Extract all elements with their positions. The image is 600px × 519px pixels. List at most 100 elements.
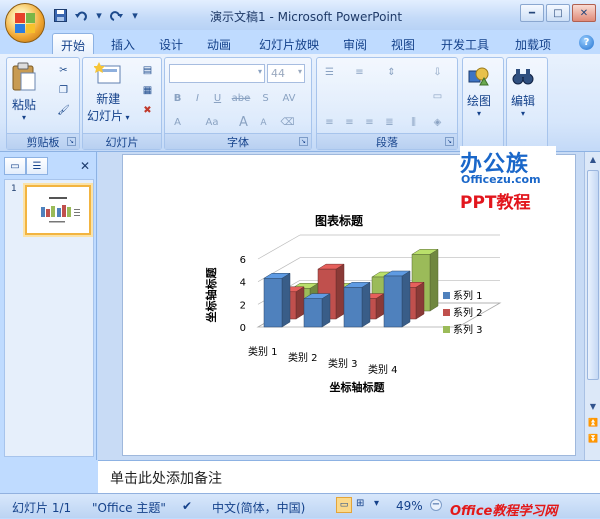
tab-home[interactable]: 开始	[52, 33, 94, 54]
italic-button[interactable]: I	[189, 90, 206, 107]
drawing-label: 绘图	[467, 94, 492, 108]
new-slide-button[interactable]: 新建 幻灯片 ▾	[87, 62, 130, 124]
customize-icon[interactable]: ▾	[130, 7, 140, 23]
font-name-dropdown-icon: ▾	[257, 67, 262, 76]
align-left-icon[interactable]: ≡	[321, 114, 338, 131]
slide-sorter-icon[interactable]: ⊞	[356, 498, 364, 509]
brand-logo: 办公族 Officezu.com PPT教程	[460, 146, 556, 216]
paragraph-group-label: 段落	[317, 133, 457, 149]
font-color-button[interactable]: A	[169, 114, 186, 131]
office-logo-icon	[15, 13, 35, 33]
vertical-scrollbar[interactable]: ▲ ▼ ⏫ ⏬	[584, 152, 600, 460]
line-spacing-icon[interactable]: ⇕	[383, 64, 400, 81]
scroll-down-icon[interactable]: ▼	[586, 400, 600, 414]
numbering-icon[interactable]: ≡	[351, 64, 368, 81]
reset-icon[interactable]: ▦	[139, 82, 156, 99]
legend-swatch	[443, 309, 450, 316]
undo-icon[interactable]	[74, 7, 90, 23]
zoom-out-icon[interactable]: −	[430, 499, 442, 511]
char-spacing-button[interactable]: AV	[277, 90, 301, 107]
window-title: 演示文稿1 - Microsoft PowerPoint	[210, 10, 403, 24]
brand-line-2: Officezu.com	[461, 173, 541, 186]
bar-side	[429, 248, 439, 312]
title-bar: ▾ ▾ 演示文稿1 - Microsoft PowerPoint ━ □ ✕	[0, 0, 600, 30]
status-bar: 幻灯片 1/1 "Office 主题" ✔ 中文(简体，中国) ▭ ⊞ ▾ 49…	[0, 493, 600, 519]
maximize-icon[interactable]: □	[546, 4, 570, 22]
tab-slideshow[interactable]: 幻灯片放映	[248, 33, 330, 54]
legend-label: 系列 2	[453, 306, 483, 319]
underline-button[interactable]: U	[209, 90, 226, 107]
justify-icon[interactable]: ≣	[381, 114, 398, 131]
smartart-icon[interactable]: ◈	[429, 114, 446, 131]
editing-button[interactable]: 编辑 ▾	[511, 66, 535, 118]
redo-icon[interactable]	[108, 7, 124, 23]
clipboard-group: 粘贴 ▾ ✂ ❐ 🖌 剪贴板 ↘	[6, 57, 80, 150]
drawing-button[interactable]: 绘图 ▾	[467, 66, 491, 118]
notes-placeholder[interactable]: 单击此处添加备注	[110, 468, 222, 488]
bar	[383, 275, 403, 328]
editing-label: 编辑	[511, 94, 536, 108]
change-case-button[interactable]: Aa	[201, 114, 223, 131]
spell-check-icon[interactable]: ✔	[182, 499, 192, 513]
tab-review[interactable]: 审阅	[336, 33, 374, 54]
shrink-font-button[interactable]: A	[255, 114, 272, 131]
tab-view[interactable]: 视图	[384, 33, 422, 54]
normal-view-icon[interactable]: ▭	[336, 497, 352, 513]
strikethrough-button[interactable]: abe	[229, 90, 253, 107]
undo-dropdown-icon[interactable]: ▾	[96, 7, 102, 23]
office-button[interactable]	[5, 3, 45, 43]
minimize-icon[interactable]: ━	[520, 4, 544, 22]
slideshow-icon[interactable]: ▾	[374, 498, 379, 509]
y-tick-label: 6	[240, 255, 246, 266]
tab-addins[interactable]: 加载项	[506, 33, 560, 54]
drawing-shapes-icon	[468, 67, 489, 86]
font-size-combo[interactable]: 44 ▾	[267, 64, 305, 83]
paste-label: 粘贴	[11, 98, 36, 112]
align-text-icon[interactable]: ▭	[429, 88, 446, 105]
panel-close-icon[interactable]: ✕	[80, 159, 90, 173]
clear-format-icon[interactable]: ⌫	[279, 114, 296, 131]
align-center-icon[interactable]: ≡	[341, 114, 358, 131]
text-direction-icon[interactable]: ⇩	[429, 64, 446, 81]
tab-design[interactable]: 设计	[152, 33, 190, 54]
shadow-button[interactable]: S	[257, 90, 274, 107]
language-indicator[interactable]: 中文(简体，中国)	[212, 499, 305, 516]
notes-pane[interactable]: 单击此处添加备注	[98, 460, 600, 493]
scroll-up-icon[interactable]: ▲	[586, 153, 600, 167]
tab-insert[interactable]: 插入	[104, 33, 142, 54]
paste-button[interactable]: 粘贴 ▾	[11, 62, 37, 122]
tab-animation[interactable]: 动画	[200, 33, 238, 54]
columns-icon[interactable]: ⫼	[405, 114, 422, 131]
paragraph-launcher-icon[interactable]: ↘	[445, 137, 454, 146]
layout-icon[interactable]: ▤	[139, 62, 156, 79]
previous-slide-icon[interactable]: ⏫	[586, 416, 600, 430]
slide-count: 幻灯片 1/1	[12, 501, 72, 515]
save-icon[interactable]	[52, 7, 68, 23]
zoom-level[interactable]: 49%	[396, 499, 423, 513]
next-slide-icon[interactable]: ⏬	[586, 432, 600, 446]
align-right-icon[interactable]: ≡	[361, 114, 378, 131]
delete-slide-icon[interactable]: ✖	[139, 102, 156, 119]
outline-tab-icon[interactable]: ☰	[26, 157, 48, 175]
paste-icon	[12, 62, 36, 91]
bold-button[interactable]: B	[169, 90, 186, 107]
slide-thumbnail[interactable]	[25, 185, 91, 235]
font-launcher-icon[interactable]: ↘	[299, 137, 308, 146]
clipboard-launcher-icon[interactable]: ↘	[67, 137, 76, 146]
help-icon[interactable]: ?	[579, 35, 594, 50]
y-tick-label: 4	[240, 278, 246, 289]
new-slide-icon	[94, 62, 121, 84]
format-painter-icon[interactable]: 🖌	[55, 102, 72, 119]
tab-developer[interactable]: 开发工具	[432, 33, 498, 54]
font-name-combo[interactable]: ▾	[169, 64, 265, 83]
close-icon[interactable]: ✕	[572, 4, 596, 22]
scroll-thumb[interactable]	[587, 170, 599, 380]
bar-side	[415, 281, 425, 320]
grow-font-button[interactable]: A	[235, 114, 252, 131]
cut-icon[interactable]: ✂	[55, 62, 72, 79]
bullets-icon[interactable]: ☰	[321, 64, 338, 81]
slides-tab-icon[interactable]: ▭	[4, 157, 26, 175]
font-size-value: 44	[271, 67, 285, 80]
copy-icon[interactable]: ❐	[55, 82, 72, 99]
slide-thumbnails: 1	[4, 179, 94, 457]
